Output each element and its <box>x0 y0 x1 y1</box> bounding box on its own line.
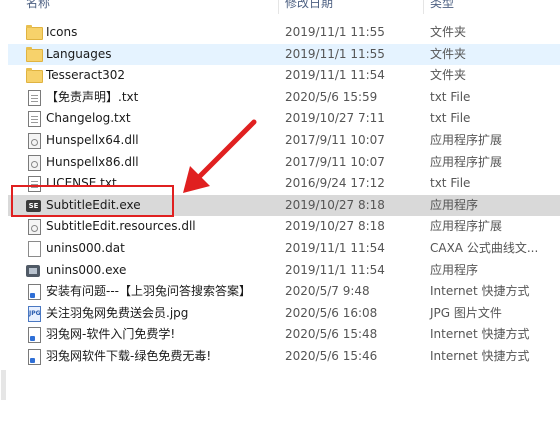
annotation-arrow <box>183 119 257 193</box>
